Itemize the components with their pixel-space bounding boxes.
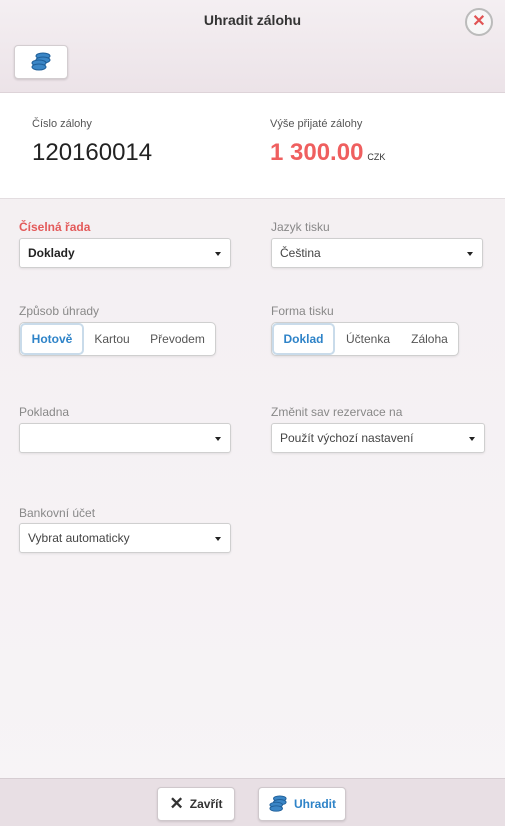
deposit-info-panel: Číslo zálohy 120160014 Výše přijaté zálo…	[0, 93, 505, 199]
x-icon: ✕	[169, 794, 184, 813]
deposit-number-label: Číslo zálohy	[32, 118, 92, 130]
caret-down-icon	[215, 537, 221, 541]
caret-down-icon	[469, 437, 475, 441]
print-language-label: Jazyk tisku	[271, 220, 330, 234]
deposit-amount-label: Výše přijaté zálohy	[270, 118, 363, 130]
print-form-label: Forma tisku	[271, 304, 334, 318]
pay-button[interactable]: Uhradit	[258, 787, 346, 821]
series-label: Číselná řada	[19, 220, 91, 234]
dialog-title: Uhradit zálohu	[203, 12, 302, 28]
dialog-header: Uhradit zálohu ✕	[0, 0, 505, 93]
series-select-value: Doklady	[28, 246, 75, 260]
payment-method-toggle: Hotově Kartou Převodem	[19, 322, 216, 356]
payment-coins-button[interactable]	[14, 45, 68, 79]
reservation-status-value: Použít výchozí nastavení	[280, 431, 414, 445]
payment-method-label: Způsob úhrady	[19, 304, 100, 318]
print-form-toggle: Doklad Účtenka Záloha	[271, 322, 459, 356]
caret-down-icon	[467, 252, 473, 256]
caret-down-icon	[215, 437, 221, 441]
coins-icon	[31, 52, 51, 71]
print-language-select[interactable]: Čeština	[271, 238, 483, 268]
print-language-value: Čeština	[280, 246, 321, 260]
reservation-status-label: Změnit sav rezervace na	[271, 405, 403, 419]
deposit-number-value: 120160014	[32, 139, 153, 166]
bank-account-value: Vybrat automaticky	[28, 531, 130, 545]
currency-label: CZK	[367, 152, 386, 162]
payment-option-transfer[interactable]: Převodem	[140, 323, 215, 355]
close-dialog-label: Zavřít	[189, 797, 223, 811]
print-option-receipt[interactable]: Účtenka	[335, 323, 401, 355]
deposit-amount: 1 300.00 CZK	[270, 139, 385, 167]
pay-label: Uhradit	[294, 797, 336, 811]
caret-down-icon	[215, 252, 221, 256]
close-dialog-button[interactable]: ✕ Zavřít	[157, 787, 235, 821]
payment-option-cash[interactable]: Hotově	[20, 323, 84, 355]
dialog-footer: ✕ Zavřít Uhradit	[0, 778, 505, 826]
cashdesk-label: Pokladna	[19, 405, 70, 419]
cashdesk-select[interactable]	[19, 423, 231, 453]
payment-option-card[interactable]: Kartou	[84, 323, 140, 355]
reservation-status-select[interactable]: Použít výchozí nastavení	[271, 423, 485, 453]
bank-account-select[interactable]: Vybrat automaticky	[19, 523, 231, 553]
deposit-amount-value: 1 300.00	[270, 139, 364, 166]
close-icon: ✕	[472, 13, 486, 30]
print-option-deposit[interactable]: Záloha	[401, 323, 458, 355]
coins-icon	[269, 795, 287, 812]
print-option-document[interactable]: Doklad	[272, 323, 335, 355]
series-select[interactable]: Doklady	[19, 238, 231, 268]
close-button[interactable]: ✕	[465, 8, 493, 36]
bank-account-label: Bankovní účet	[19, 506, 96, 520]
